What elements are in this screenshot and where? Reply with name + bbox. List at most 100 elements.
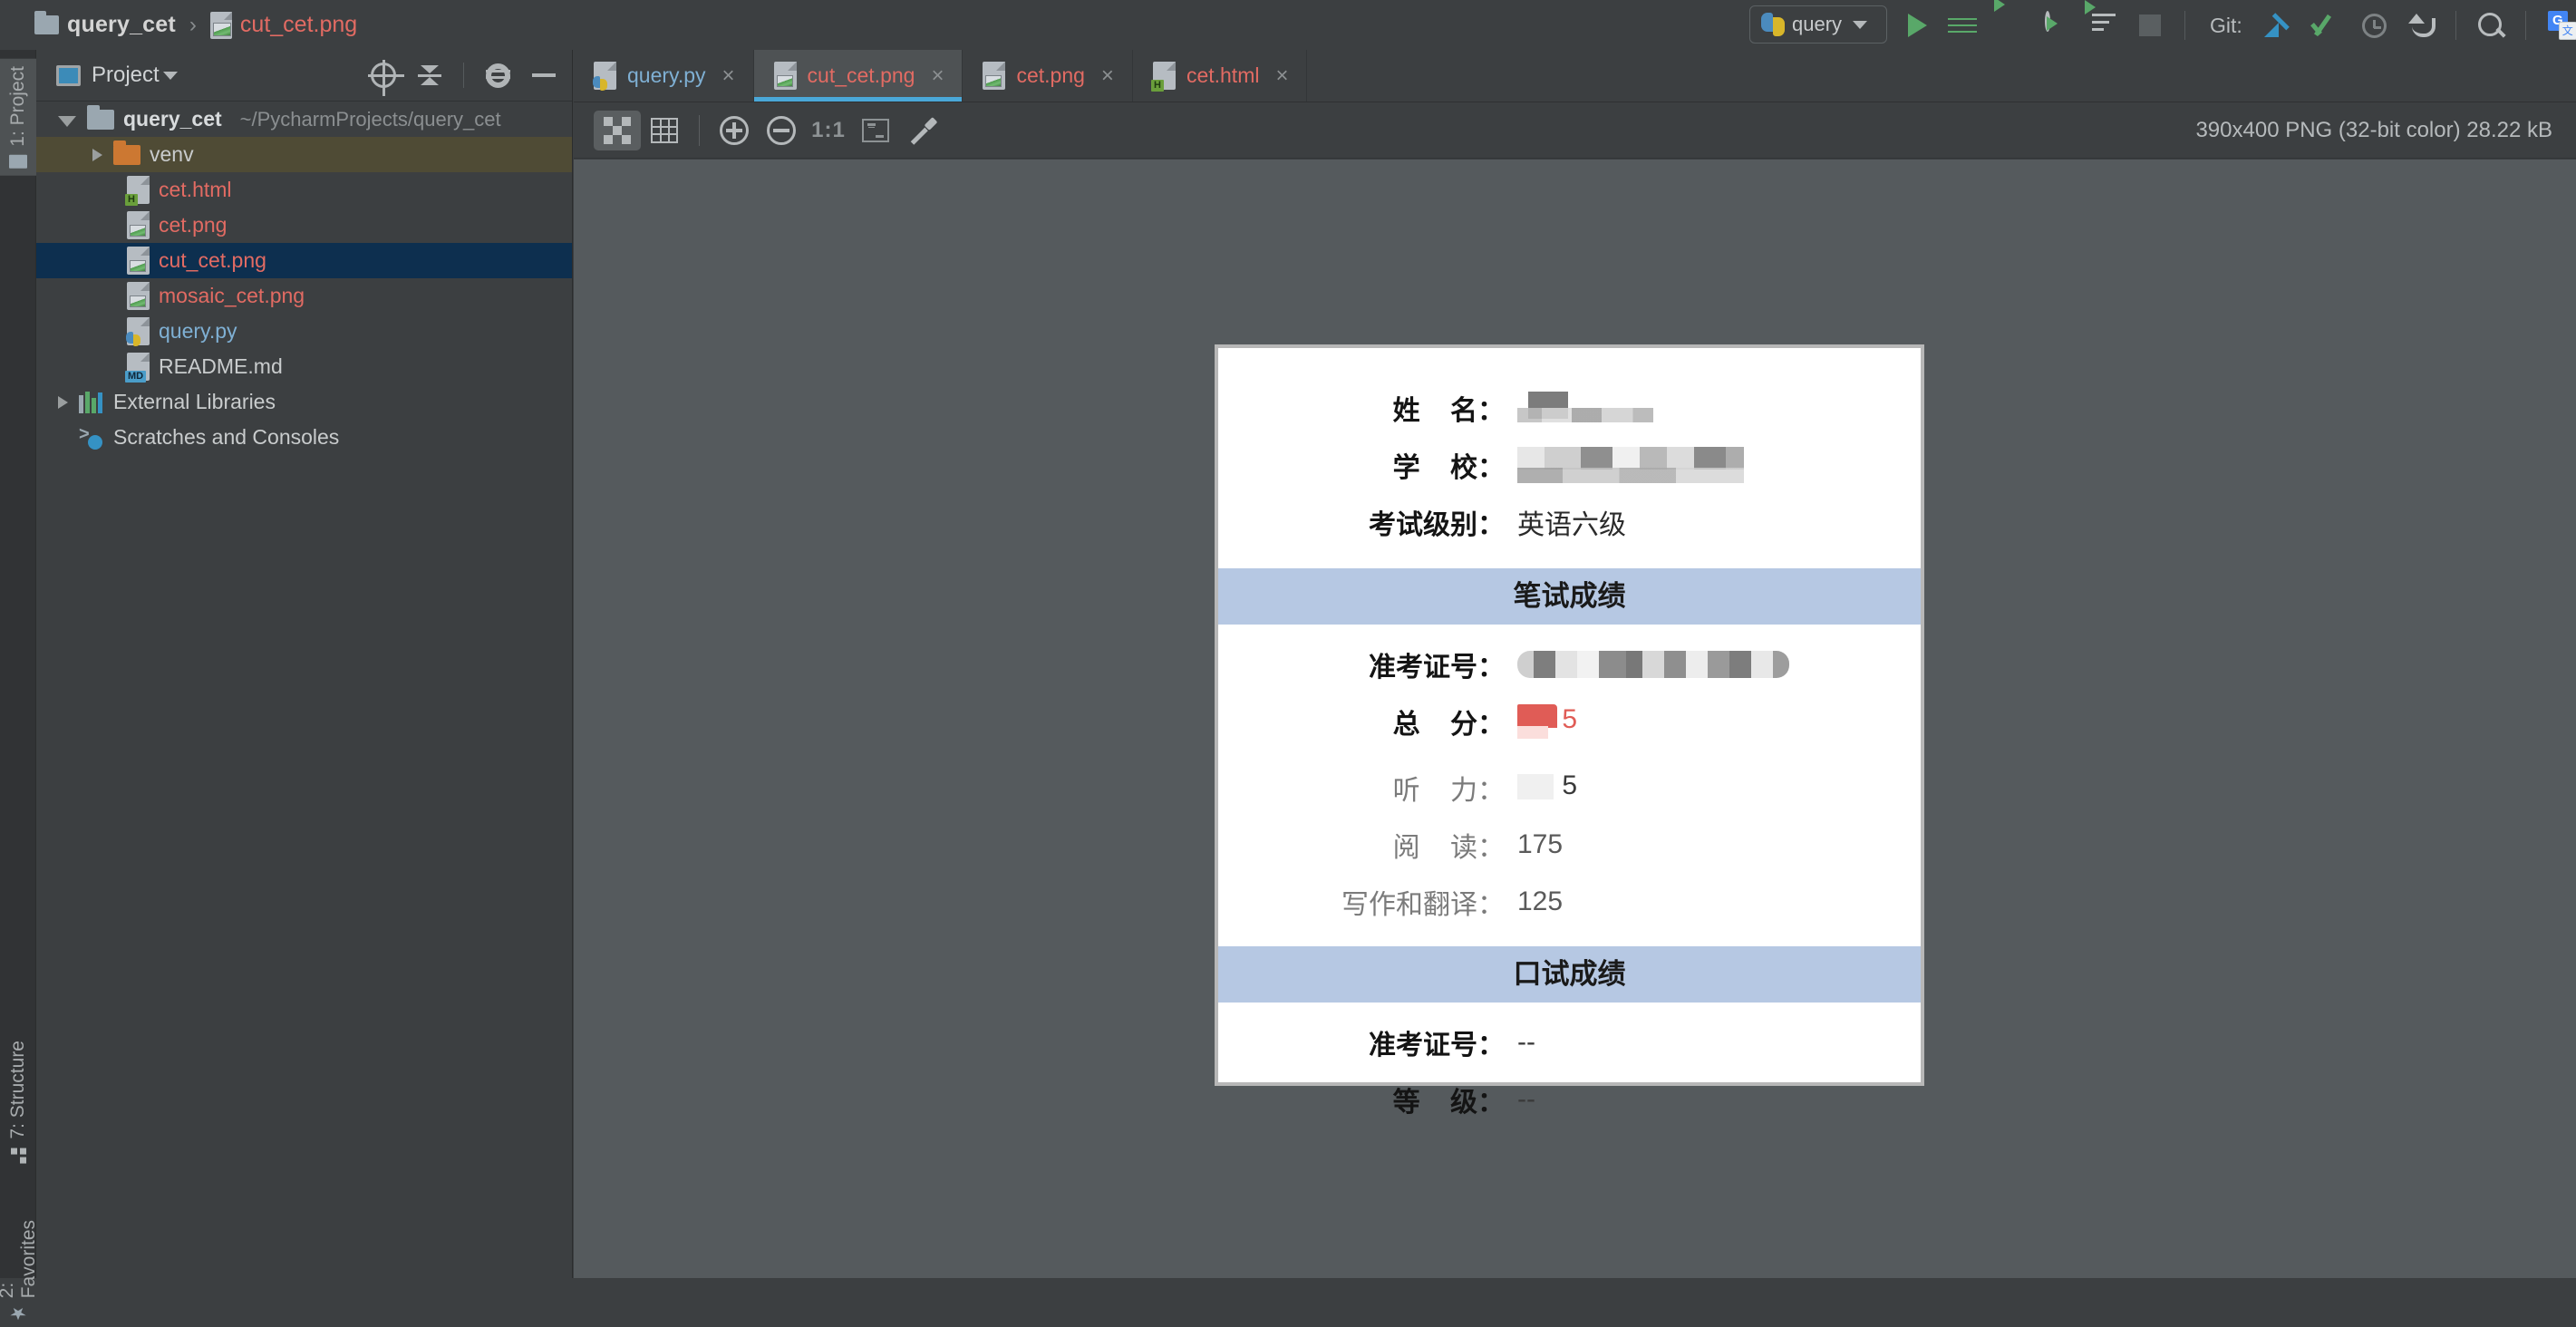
folder-icon — [34, 15, 59, 34]
chevron-down-icon[interactable] — [163, 72, 178, 80]
tab-cet-png[interactable]: cet.png × — [963, 50, 1132, 102]
tree-row-cet-png[interactable]: cet.png — [36, 208, 572, 243]
tree-row-scratches-and-consoles[interactable]: Scratches and Consoles — [36, 420, 572, 455]
hide-icon[interactable] — [532, 73, 556, 77]
zoom-out-icon — [767, 116, 796, 145]
tree-row-query-py[interactable]: query.py — [36, 314, 572, 349]
tree-label: README.md — [159, 354, 283, 379]
tree-label: Scratches and Consoles — [113, 425, 339, 450]
cet-value-oral-ticket: -- — [1517, 1027, 1535, 1058]
tree-label: cet.png — [159, 213, 227, 237]
html-file-icon: H — [127, 176, 150, 204]
cet-label-oral-ticket: 准考证号： — [1218, 1022, 1517, 1062]
run-with-icon[interactable] — [2092, 14, 2116, 37]
tree-label: query_cet — [123, 107, 222, 131]
tree-row-cut-cet-png[interactable]: cut_cet.png — [36, 243, 572, 278]
chevron-right-icon[interactable] — [58, 396, 68, 409]
tree-row-cet-html[interactable]: H cet.html — [36, 172, 572, 208]
tab-label: query.py — [627, 63, 706, 88]
breadcrumb-file[interactable]: cut_cet.png — [240, 12, 357, 38]
grid-icon — [651, 118, 678, 143]
tree-label: query.py — [159, 319, 237, 344]
search-icon[interactable] — [2478, 13, 2503, 38]
tab-query-py[interactable]: query.py × — [574, 50, 754, 102]
color-picker-icon — [909, 117, 936, 144]
tree-label: cet.html — [159, 178, 232, 202]
divider — [699, 115, 700, 146]
cet-label-written-ticket: 准考证号： — [1218, 644, 1517, 684]
cet-label-listening: 听 力： — [1218, 768, 1517, 808]
project-tool-window: Project query_cet ~/PycharmProjects/quer… — [36, 50, 573, 1278]
tree-row-query-cet[interactable]: query_cet ~/PycharmProjects/query_cet — [36, 102, 572, 137]
stop-icon[interactable] — [2139, 15, 2161, 36]
checkerboard-icon — [604, 117, 631, 144]
tab-cut-cet-png[interactable]: cut_cet.png × — [754, 50, 964, 102]
cet-row-exam-level: 考试级别： 英语六级 — [1218, 493, 1921, 550]
tab-label: cet.png — [1016, 63, 1084, 88]
cet-value-reading: 175 — [1517, 829, 1563, 860]
coverage-icon[interactable] — [1998, 14, 2021, 37]
close-icon[interactable]: × — [1275, 63, 1288, 89]
collapse-all-icon[interactable] — [418, 63, 441, 87]
project-panel-header: Project — [36, 50, 572, 102]
folder-icon — [113, 145, 140, 165]
cet-label-school: 学 校： — [1218, 445, 1517, 485]
redacted-listening-value: 5 — [1517, 772, 1577, 803]
project-window-icon — [56, 65, 81, 86]
structure-icon — [10, 1148, 26, 1164]
color-picker-button[interactable] — [899, 111, 946, 150]
debug-icon[interactable] — [1951, 14, 1974, 37]
grid-toggle-button[interactable] — [641, 111, 688, 150]
image-file-icon — [983, 62, 1005, 90]
image-file-icon — [210, 12, 232, 39]
commit-icon[interactable] — [2313, 15, 2340, 36]
stripe-tab-project[interactable]: 1: Project — [0, 59, 36, 176]
locate-icon[interactable] — [371, 63, 396, 88]
fit-to-window-button[interactable] — [852, 111, 899, 150]
tree-row-mosaic-cet-png[interactable]: mosaic_cet.png — [36, 278, 572, 314]
cet-written-band: 笔试成绩 — [1218, 568, 1921, 625]
redacted-name-value — [1517, 392, 1653, 424]
profile-icon[interactable] — [2045, 14, 2068, 37]
cet-label-reading: 阅 读： — [1218, 825, 1517, 865]
rollback-icon[interactable] — [2408, 14, 2434, 37]
image-file-icon — [774, 62, 797, 90]
zoom-in-button[interactable] — [711, 111, 758, 150]
history-icon[interactable] — [2362, 14, 2387, 38]
stripe-tab-favorites[interactable]: 2: Favorites — [0, 1210, 36, 1327]
cet-row-listening: 听 力： 5 — [1218, 759, 1921, 816]
image-file-icon — [127, 211, 150, 239]
run-configuration-selector[interactable]: query — [1749, 5, 1887, 44]
close-icon[interactable]: × — [722, 63, 735, 89]
chevron-right-icon[interactable] — [92, 149, 102, 161]
transparency-toggle-button[interactable] — [594, 111, 641, 150]
external-libraries-icon — [79, 392, 104, 413]
breadcrumb-project[interactable]: query_cet — [67, 12, 176, 38]
tree-row-external-libraries[interactable]: External Libraries — [36, 384, 572, 420]
actual-size-button[interactable]: 1:1 — [805, 111, 852, 150]
toolbar-divider — [2525, 11, 2526, 40]
run-toolbar — [1908, 11, 2185, 40]
python-file-icon — [594, 62, 616, 90]
update-project-icon[interactable] — [2266, 13, 2291, 38]
tree-label: venv — [150, 142, 194, 167]
cet-row-written-ticket: 准考证号： — [1218, 635, 1921, 693]
stripe-tab-structure[interactable]: 7: Structure — [0, 1033, 36, 1171]
zoom-out-button[interactable] — [758, 111, 805, 150]
close-icon[interactable]: × — [931, 63, 944, 89]
redacted-total-score-value: 5 — [1517, 704, 1579, 739]
git-label: Git: — [2210, 14, 2242, 38]
chevron-down-icon[interactable] — [58, 116, 76, 127]
close-icon[interactable]: × — [1101, 63, 1114, 89]
gear-icon[interactable] — [486, 63, 510, 88]
tree-row-venv[interactable]: venv — [36, 137, 572, 172]
tree-row-readme-md[interactable]: MD README.md — [36, 349, 572, 384]
ide-top-bar: query_cet › cut_cet.png query Git: G文 G — [0, 0, 2576, 50]
total-score-digit: 5 — [1562, 704, 1577, 735]
tab-cet-html[interactable]: H cet.html × — [1133, 50, 1308, 102]
run-icon[interactable] — [1908, 14, 1927, 37]
project-panel-title[interactable]: Project — [92, 63, 160, 88]
stripe-tab-project-label: 1: Project — [7, 66, 29, 147]
google-translate-icon[interactable]: G文 — [2548, 11, 2576, 40]
folder-icon — [87, 110, 114, 130]
